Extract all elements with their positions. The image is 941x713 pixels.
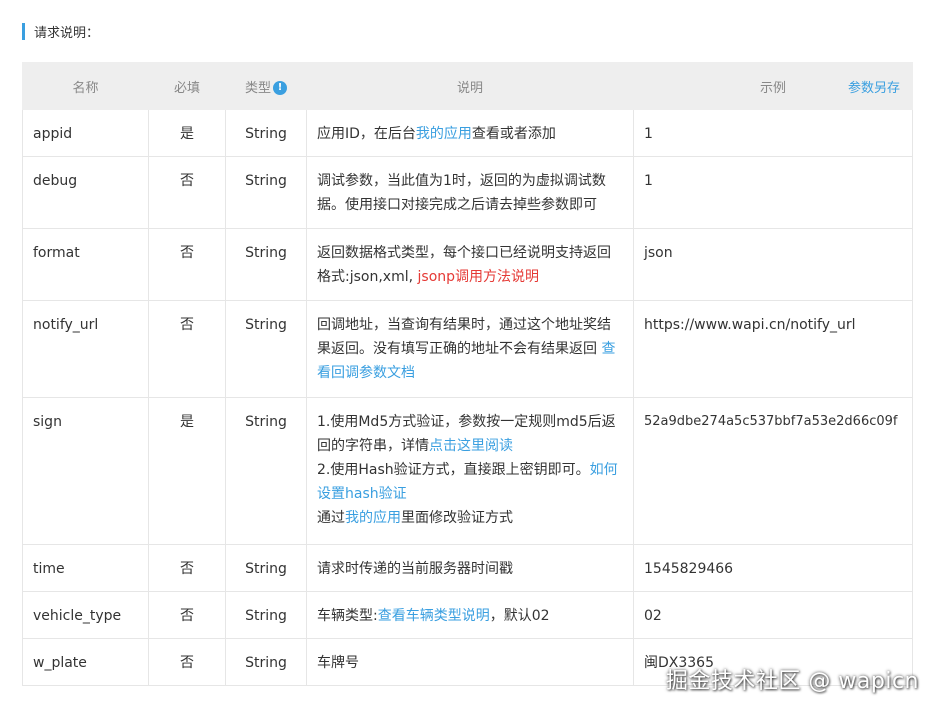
param-type: String bbox=[225, 300, 307, 398]
param-example: 1 bbox=[633, 156, 913, 229]
header-name: 名称 bbox=[22, 62, 149, 110]
save-params-link[interactable]: 参数另存 bbox=[848, 77, 900, 96]
header-type: 类型! bbox=[225, 62, 307, 110]
param-name: appid bbox=[22, 109, 149, 157]
table-row: sign 是 String 1.使用Md5方式验证，参数按一定规则md5后返回的… bbox=[22, 397, 913, 545]
section-title-text: 请求说明： bbox=[34, 25, 100, 41]
my-apps-link[interactable]: 我的应用 bbox=[416, 126, 472, 142]
read-here-link[interactable]: 点击这里阅读 bbox=[429, 438, 513, 454]
table-row: debug 否 String 调试参数，当此值为1时，返回的为虚拟调试数据。使用… bbox=[22, 156, 913, 229]
watermark: 掘金技术社区 @ wapicn bbox=[665, 669, 919, 694]
desc-text: 车辆类型: bbox=[317, 608, 378, 624]
table-row: format 否 String 返回数据格式类型，每个接口已经说明支持返回格式:… bbox=[22, 228, 913, 301]
desc-text: 查看或者添加 bbox=[471, 126, 556, 142]
param-required: 否 bbox=[148, 544, 226, 592]
param-desc: 1.使用Md5方式验证，参数按一定规则md5后返回的字符串，详情点击这里阅读 2… bbox=[306, 397, 634, 545]
desc-text: 通过 bbox=[317, 510, 345, 526]
section-title: 请求说明： bbox=[22, 22, 100, 41]
request-params-table: 名称 必填 类型! 说明 示例 参数另存 appid 是 String 应用ID，… bbox=[22, 62, 913, 686]
desc-text: 回调地址，当查询有结果时，通过这个地址奖结果返回。没有填写正确的地址不会有结果返… bbox=[317, 317, 611, 357]
param-type: String bbox=[225, 228, 307, 301]
param-desc: 应用ID，在后台我的应用查看或者添加 bbox=[306, 109, 634, 157]
param-example: 1545829466 bbox=[633, 544, 913, 592]
table-row: appid 是 String 应用ID，在后台我的应用查看或者添加 1 bbox=[22, 109, 913, 157]
param-example: 02 bbox=[633, 591, 913, 639]
section-accent-bar bbox=[22, 22, 25, 40]
param-type: String bbox=[225, 591, 307, 639]
param-type: String bbox=[225, 109, 307, 157]
param-type: String bbox=[225, 156, 307, 229]
desc-text: 调试参数，当此值为1时，返回的为虚拟调试数据。使用接口对接完成之后请去掉些参数即… bbox=[317, 173, 606, 213]
header-example-label: 示例 bbox=[759, 80, 786, 96]
param-desc: 请求时传递的当前服务器时间戳 bbox=[306, 544, 634, 592]
param-required: 否 bbox=[148, 638, 226, 686]
table-row: vehicle_type 否 String 车辆类型:查看车辆类型说明，默认02… bbox=[22, 591, 913, 639]
param-type: String bbox=[225, 638, 307, 686]
param-required: 否 bbox=[148, 156, 226, 229]
desc-text: 请求时传递的当前服务器时间戳 bbox=[317, 561, 513, 577]
param-desc: 调试参数，当此值为1时，返回的为虚拟调试数据。使用接口对接完成之后请去掉些参数即… bbox=[306, 156, 634, 229]
param-example: 1 bbox=[633, 109, 913, 157]
desc-line: 2.使用Hash验证方式，直接跟上密钥即可。如何设置hash验证 bbox=[317, 458, 623, 506]
param-name: sign bbox=[22, 397, 149, 545]
vehicle-type-doc-link[interactable]: 查看车辆类型说明 bbox=[378, 608, 490, 624]
param-required: 是 bbox=[148, 397, 226, 545]
param-name: w_plate bbox=[22, 638, 149, 686]
table-row: notify_url 否 String 回调地址，当查询有结果时，通过这个地址奖… bbox=[22, 300, 913, 398]
desc-text: 2.使用Hash验证方式，直接跟上密钥即可。 bbox=[317, 462, 590, 478]
header-example: 示例 参数另存 bbox=[633, 62, 913, 110]
param-desc: 车辆类型:查看车辆类型说明，默认02 bbox=[306, 591, 634, 639]
param-desc: 返回数据格式类型，每个接口已经说明支持返回格式:json,xml, jsonp调… bbox=[306, 228, 634, 301]
param-desc: 车牌号 bbox=[306, 638, 634, 686]
jsonp-doc-link[interactable]: jsonp调用方法说明 bbox=[418, 269, 540, 285]
table-row: time 否 String 请求时传递的当前服务器时间戳 1545829466 bbox=[22, 544, 913, 592]
param-example: https://www.wapi.cn/notify_url bbox=[633, 300, 913, 398]
param-desc: 回调地址，当查询有结果时，通过这个地址奖结果返回。没有填写正确的地址不会有结果返… bbox=[306, 300, 634, 398]
desc-text: 应用ID，在后台 bbox=[317, 126, 416, 142]
param-required: 是 bbox=[148, 109, 226, 157]
param-name: vehicle_type bbox=[22, 591, 149, 639]
param-example: json bbox=[633, 228, 913, 301]
param-name: notify_url bbox=[22, 300, 149, 398]
desc-line: 1.使用Md5方式验证，参数按一定规则md5后返回的字符串，详情点击这里阅读 bbox=[317, 410, 623, 458]
desc-line: 通过我的应用里面修改验证方式 bbox=[317, 506, 623, 530]
param-required: 否 bbox=[148, 300, 226, 398]
param-required: 否 bbox=[148, 228, 226, 301]
param-name: time bbox=[22, 544, 149, 592]
desc-text: 车牌号 bbox=[317, 655, 359, 671]
param-type: String bbox=[225, 397, 307, 545]
param-name: debug bbox=[22, 156, 149, 229]
desc-text: 里面修改验证方式 bbox=[401, 510, 513, 526]
param-example: 52a9dbe274a5c537bbf7a53e2d66c09f bbox=[633, 397, 913, 545]
param-type: String bbox=[225, 544, 307, 592]
header-type-label: 类型 bbox=[244, 80, 271, 96]
header-required: 必填 bbox=[148, 62, 226, 110]
header-desc: 说明 bbox=[306, 62, 634, 110]
info-icon[interactable]: ! bbox=[273, 80, 287, 95]
param-required: 否 bbox=[148, 591, 226, 639]
param-name: format bbox=[22, 228, 149, 301]
my-apps-link[interactable]: 我的应用 bbox=[345, 510, 401, 526]
desc-text: ，默认02 bbox=[489, 608, 550, 624]
table-header-row: 名称 必填 类型! 说明 示例 参数另存 bbox=[22, 62, 913, 110]
